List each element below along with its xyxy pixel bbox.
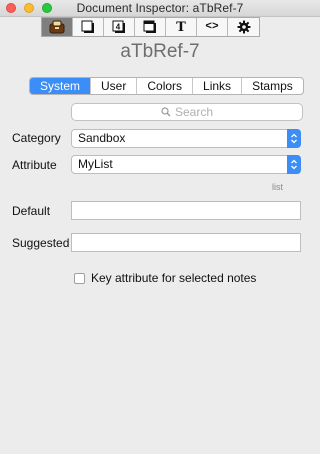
text-icon: T — [176, 19, 186, 35]
popup-stepper-icon — [287, 129, 301, 148]
tab-stamps[interactable]: Stamps — [242, 78, 303, 94]
category-popup[interactable]: Sandbox — [71, 129, 301, 148]
category-label: Category — [12, 131, 61, 145]
calendar-icon: 4 — [112, 20, 125, 33]
tab-user[interactable]: User — [91, 78, 138, 94]
attribute-value: MyList — [78, 157, 113, 171]
attribute-type-hint: list — [272, 182, 283, 192]
search-icon — [161, 107, 171, 117]
toolbar-code-button[interactable]: <> — [197, 18, 228, 36]
attribute-label: Attribute — [12, 158, 57, 172]
toolbar-note-button[interactable] — [73, 18, 104, 36]
default-field[interactable] — [71, 201, 301, 220]
search-placeholder: Search — [174, 105, 214, 119]
suggested-label: Suggested — [12, 236, 70, 250]
tab-colors[interactable]: Colors — [137, 78, 194, 94]
tab-system[interactable]: System — [30, 78, 92, 94]
tab-links[interactable]: Links — [193, 78, 243, 94]
key-attribute-label: Key attribute for selected notes — [91, 271, 257, 285]
category-value: Sandbox — [78, 131, 126, 145]
key-attribute-row[interactable]: Key attribute for selected notes — [74, 271, 256, 285]
note-icon — [81, 20, 94, 33]
inspector-tabs: System User Colors Links Stamps — [29, 77, 304, 95]
search-input[interactable]: Search — [71, 103, 303, 121]
window-title: Document Inspector: aTbRef-7 — [76, 1, 244, 15]
svg-text:4: 4 — [116, 23, 121, 32]
toolbar-gear-button[interactable] — [228, 18, 259, 36]
toolbar-text-button[interactable]: T — [166, 18, 197, 36]
toolbar-document-button[interactable] — [42, 18, 73, 36]
toolbar-window-button[interactable] — [135, 18, 166, 36]
gear-icon — [237, 20, 250, 34]
document-box-icon — [49, 20, 65, 34]
key-attribute-checkbox[interactable] — [74, 272, 85, 284]
title-bar[interactable]: Document Inspector: aTbRef-7 — [0, 0, 320, 17]
document-name: aTbRef-7 — [120, 41, 200, 62]
suggested-value — [72, 236, 76, 250]
default-label: Default — [12, 204, 51, 218]
code-icon: <> — [205, 21, 219, 33]
toolbar-calendar-button[interactable]: 4 — [104, 18, 135, 36]
window-icon — [143, 20, 156, 33]
default-value — [72, 204, 76, 218]
suggested-field[interactable] — [71, 233, 301, 252]
inspector-toolbar: 4 T <> — [41, 17, 260, 37]
popup-stepper-icon — [287, 155, 301, 174]
attribute-popup[interactable]: MyList — [71, 155, 301, 174]
